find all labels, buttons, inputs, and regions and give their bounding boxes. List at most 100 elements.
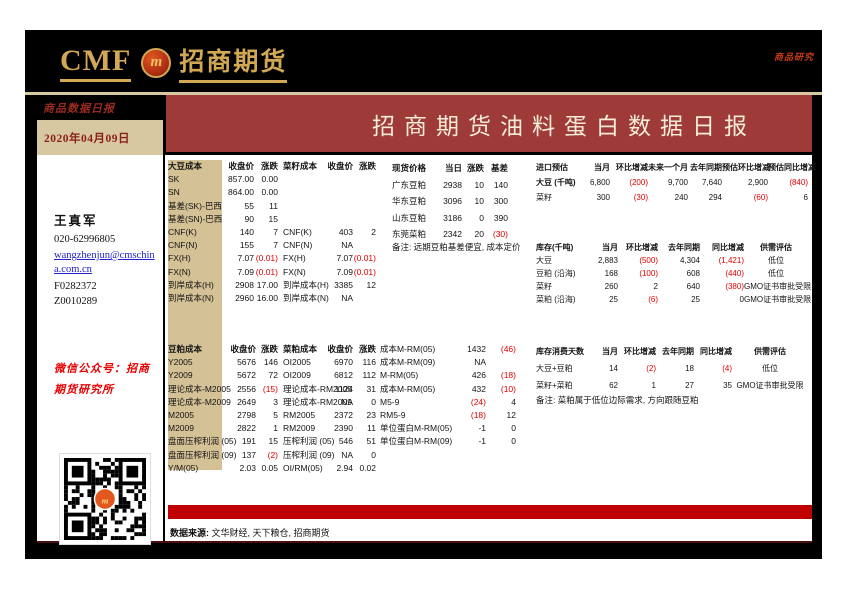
table-cell: GMO证书审批受限 bbox=[744, 280, 808, 293]
table-cell: 116 bbox=[353, 356, 376, 369]
table-cell bbox=[283, 213, 323, 226]
table-header-cell: 库存(千吨) bbox=[536, 241, 584, 254]
analyst-phone: 020-62996805 bbox=[54, 234, 163, 245]
table-cell: 理论成本-RM2005 bbox=[283, 383, 323, 396]
table-cell: 62 bbox=[590, 377, 618, 394]
table-cell: 2960 bbox=[222, 292, 254, 305]
table-header-cell: 去年同期 bbox=[656, 343, 694, 360]
data-source-text: 文华财经, 天下粮仓, 招商期货 bbox=[209, 528, 330, 538]
table-cell: 5 bbox=[256, 409, 278, 422]
table-cell: 6 bbox=[768, 190, 808, 205]
table-cell: (0.01) bbox=[353, 252, 376, 265]
table-cell: 2,883 bbox=[584, 254, 618, 267]
table-cell: 豆粕 (沿海) bbox=[536, 267, 584, 280]
table-cell: 单位蛋白M-RM(09) bbox=[380, 435, 452, 448]
table-cell bbox=[323, 200, 353, 213]
table-cell: 2,900 bbox=[722, 175, 768, 190]
table-cell: (500) bbox=[618, 254, 658, 267]
table-header-cell: 预估环比增减 bbox=[722, 160, 768, 175]
table-cell bbox=[283, 186, 323, 199]
table-cell: 12 bbox=[353, 279, 376, 292]
spot-price-note: 备注: 远期豆粕基差便宜, 成本定价 bbox=[392, 241, 520, 253]
table-cell: 成本M-RM(09) bbox=[380, 356, 452, 369]
table-cell: 低位 bbox=[732, 360, 808, 377]
analyst-email-link[interactable]: wangzhenjun@cmschina.com.cn bbox=[54, 249, 158, 276]
table-cell: GMO证书审批受限 bbox=[744, 293, 808, 306]
data-source-line: 数据来源: 文华财经, 天下粮仓, 招商期货 bbox=[170, 526, 330, 539]
table-cell: 广东豆粕 bbox=[392, 177, 432, 194]
table-cell: (18) bbox=[452, 409, 486, 422]
table-cell bbox=[353, 173, 376, 186]
table-cell: 2822 bbox=[222, 422, 256, 435]
table-cell: OI2005 bbox=[283, 356, 323, 369]
table-cell: 25 bbox=[584, 293, 618, 306]
table-cell: 640 bbox=[658, 280, 700, 293]
data-source-label: 数据来源: bbox=[170, 528, 209, 538]
table-cell: (0.01) bbox=[353, 266, 376, 279]
table-cell bbox=[283, 173, 323, 186]
table-cell: GMO证书审批受限 bbox=[732, 377, 808, 394]
report-type-label: 商品数据日报 bbox=[37, 95, 163, 116]
table-cell: 单位蛋白M-RM(05) bbox=[380, 422, 452, 435]
table-cell: (1,421) bbox=[700, 254, 744, 267]
table-cell: 2908 bbox=[222, 279, 254, 292]
table-cell: 菜籽+菜粕 bbox=[536, 377, 590, 394]
table-header-cell: 当月 bbox=[584, 241, 618, 254]
table-cell: 25 bbox=[658, 293, 700, 306]
table-cell: 0.05 bbox=[256, 462, 278, 475]
table-header-cell: 涨跌 bbox=[462, 160, 484, 177]
table-header-cell: 现货价格 bbox=[392, 160, 432, 177]
table-cell: 大豆 (千吨) bbox=[536, 175, 580, 190]
table-header-cell: 去年同期 bbox=[658, 241, 700, 254]
table-cell: 盘面压榨利润 (05) bbox=[168, 435, 222, 448]
table-cell: (60) bbox=[722, 190, 768, 205]
table-cell: 240 bbox=[648, 190, 688, 205]
table-cell: 到岸成本(H) bbox=[283, 279, 323, 292]
table-cell: CNF(N) bbox=[168, 239, 222, 252]
table-cell: 7 bbox=[254, 226, 278, 239]
table-header-cell: 收盘价 bbox=[323, 343, 353, 356]
table-header-cell: 涨跌 bbox=[353, 343, 376, 356]
table-cell: 7 bbox=[254, 239, 278, 252]
red-separator-bar bbox=[168, 505, 812, 519]
table-cell: (24) bbox=[452, 396, 486, 409]
table-cell: 盘面压榨利润 (09) bbox=[168, 449, 222, 462]
table-cell: 300 bbox=[484, 193, 508, 210]
research-dept-label: 商品研究 bbox=[774, 50, 814, 63]
table-cell: 4,304 bbox=[658, 254, 700, 267]
report-type-cell: 商品数据日报 2020年04月09日 bbox=[37, 95, 163, 155]
table-header-cell: 供需评估 bbox=[744, 241, 808, 254]
table-cell: 菜籽 bbox=[536, 190, 580, 205]
table-cell: (200) bbox=[610, 175, 648, 190]
table-header-cell: 预估同比增减 bbox=[768, 160, 808, 175]
table-cell: 426 bbox=[452, 369, 486, 382]
table-header-cell: 大豆成本 bbox=[168, 160, 222, 173]
table-cell: 成本M-RM(05) bbox=[380, 383, 452, 396]
table-cell bbox=[323, 173, 353, 186]
table-cell: 0 bbox=[353, 396, 376, 409]
table-cell: FX(N) bbox=[283, 266, 323, 279]
table-cell: (100) bbox=[618, 267, 658, 280]
table-cell: 294 bbox=[688, 190, 722, 205]
table-cell: 55 bbox=[222, 200, 254, 213]
table-header-cell: 菜粕成本 bbox=[283, 343, 323, 356]
table-cell: 2 bbox=[353, 226, 376, 239]
consumption-days-table: 库存消费天数当月环比增减去年同期同比增减供需评估大豆+豆粕14(2)18(4)低… bbox=[536, 343, 808, 394]
table-cell: (2) bbox=[618, 360, 656, 377]
cmf-logo-text: CMF bbox=[60, 44, 131, 82]
qr-code-image: m bbox=[64, 458, 146, 540]
table-header-cell: 收盘价 bbox=[222, 160, 254, 173]
cert-number-1: F0282372 bbox=[54, 281, 163, 292]
banner-row: 商品数据日报 2020年04月09日 招商期货油料蛋白数据日报 bbox=[25, 95, 822, 155]
table-cell: 5672 bbox=[222, 369, 256, 382]
table-header-cell: 当月 bbox=[580, 160, 610, 175]
table-cell: 11 bbox=[353, 422, 376, 435]
table-cell: -1 bbox=[452, 435, 486, 448]
table-cell: (0.01) bbox=[254, 252, 278, 265]
data-table-panel: 大豆成本收盘价涨跌SK857.000.00SN864.000.00基差(SK)-… bbox=[165, 155, 812, 541]
table-cell bbox=[353, 239, 376, 252]
table-cell: 12 bbox=[486, 409, 516, 422]
cert-number-2: Z0010289 bbox=[54, 296, 163, 307]
import-estimate-table: 进口预估当月环比增减未来一个月去年同期预估环比增减预估同比增减大豆 (千吨)6,… bbox=[536, 160, 808, 205]
spot-price-table: 现货价格当日涨跌基差广东豆粕293810140华东豆粕309610300山东豆粕… bbox=[392, 160, 508, 243]
